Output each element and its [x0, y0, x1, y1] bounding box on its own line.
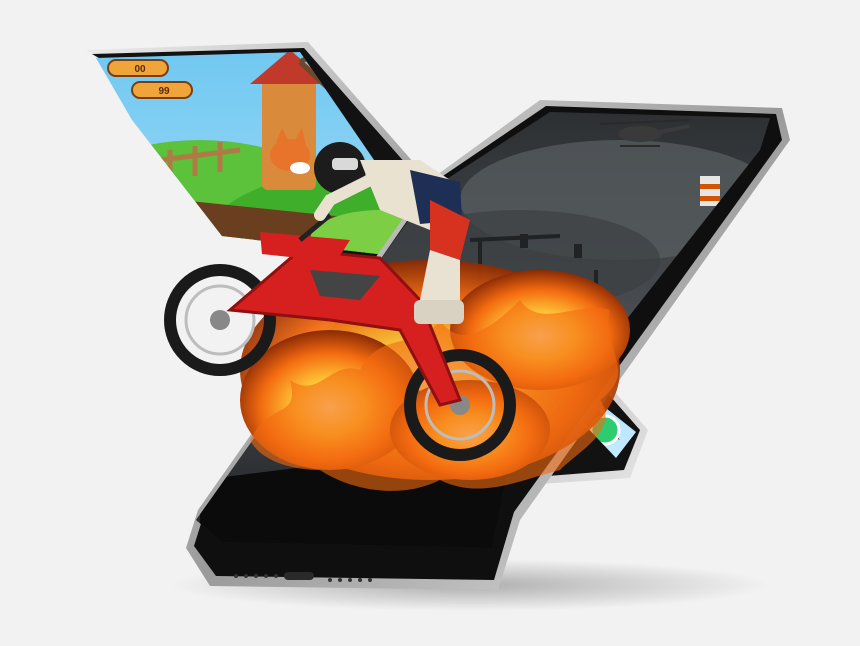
- road-barrier: [700, 176, 720, 206]
- scene: 00 99: [86, 42, 790, 611]
- hud-score-left: 00: [134, 64, 146, 75]
- charging-port: [284, 572, 314, 580]
- hud-coins-badge: 99: [131, 81, 193, 99]
- hud-score-badge: 00: [107, 59, 169, 77]
- rider-boot: [414, 300, 464, 324]
- hud-score-top: 99: [158, 86, 170, 97]
- stage: 00 99: [0, 0, 860, 646]
- bike-back-wheel: [164, 264, 276, 376]
- cartoon-tower: [262, 80, 316, 190]
